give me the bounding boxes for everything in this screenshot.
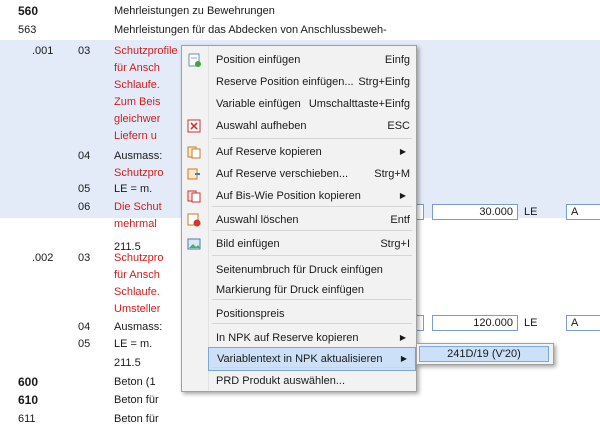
subposition-number: 05 xyxy=(78,338,91,350)
menu-item-position-einfügen[interactable]: Position einfügen Einfg xyxy=(188,49,414,71)
group-number: 611 xyxy=(18,413,36,425)
menu-separator xyxy=(212,138,412,139)
list-row[interactable]: 611 Beton für xyxy=(0,409,600,429)
menu-item-shortcut: Umschalttaste+Einfg xyxy=(308,98,410,110)
list-row[interactable]: 610 Beton für xyxy=(0,390,600,410)
menu-item-shortcut: Strg+I xyxy=(380,238,410,250)
submenu-arrow-icon: ▶ xyxy=(399,147,406,156)
row-text: Beton für xyxy=(114,413,159,425)
menu-item-label: Auswahl löschen xyxy=(216,214,299,226)
unit-label-1: LE xyxy=(524,206,538,218)
menu-item-shortcut: Einfg xyxy=(384,54,410,66)
menu-item-label: Auf Bis-Wie Position kopieren xyxy=(216,190,361,202)
menu-item-bild-einfügen[interactable]: Bild einfügen Strg+I xyxy=(187,233,414,255)
copy-position-icon xyxy=(187,189,201,203)
menu-item-shortcut: Entf xyxy=(390,214,410,226)
menu-item-label: Auf Reserve kopieren xyxy=(216,146,322,158)
menu-item-reserve-position-einfügen[interactable]: Reserve Position einfügen... Strg+Einfg xyxy=(208,71,414,93)
submenu-arrow-icon: ▶ xyxy=(399,191,406,200)
menu-item-label: Bild einfügen xyxy=(216,238,280,250)
menu-separator xyxy=(212,230,412,231)
menu-item-auswahl-löschen[interactable]: Auswahl löschen Entf xyxy=(187,209,414,231)
submenu-item-npk-version[interactable]: 241D/19 (V'20) xyxy=(419,346,549,362)
list-row[interactable]: 560 Mehrleistungen zu Bewehrungen xyxy=(0,1,600,21)
menu-separator xyxy=(212,299,412,300)
menu-item-label: Reserve Position einfügen... xyxy=(216,76,354,88)
menu-item-auf-reserve-verschieben[interactable]: Auf Reserve verschieben... Strg+M xyxy=(187,163,414,185)
group-number: 600 xyxy=(18,375,39,389)
menu-item-label: Markierung für Druck einfügen xyxy=(216,284,364,296)
code-field-1[interactable]: A xyxy=(566,204,600,220)
group-number: 560 xyxy=(18,4,39,18)
row-text: Beton für xyxy=(114,394,159,406)
menu-item-auf-reserve-kopieren[interactable]: Auf Reserve kopieren ▶ xyxy=(187,141,414,163)
code-field-2[interactable]: A xyxy=(566,315,600,331)
menu-item-label: Seitenumbruch für Druck einfügen xyxy=(216,264,383,276)
cancel-icon xyxy=(187,119,201,133)
list-row[interactable]: 563 Mehrleistungen für das Abdecken von A… xyxy=(0,20,600,40)
menu-item-prd-produkt-auswählen[interactable]: PRD Produkt auswählen... xyxy=(208,370,414,392)
menu-item-markierung-für-druck-einfügen[interactable]: Markierung für Druck einfügen xyxy=(208,279,414,301)
row-text: LE = m. xyxy=(114,183,153,195)
delete-icon xyxy=(187,213,201,227)
menu-item-label: Auswahl aufheben xyxy=(216,120,307,132)
quantity-field-2[interactable]: 120.000 xyxy=(432,315,518,331)
menu-item-shortcut: Strg+M xyxy=(374,168,410,180)
menu-item-seitenumbruch-für-druck-einfügen[interactable]: Seitenumbruch für Druck einfügen xyxy=(208,259,414,281)
menu-separator xyxy=(212,323,412,324)
menu-item-label: Positionspreis xyxy=(216,308,285,320)
menu-item-positionspreis[interactable]: Positionspreis xyxy=(208,303,414,325)
npk-version-submenu: 241D/19 (V'20) xyxy=(416,343,554,365)
menu-item-label: Auf Reserve verschieben... xyxy=(216,168,349,180)
row-text: LE = m. xyxy=(114,338,153,350)
row-text: 211.5 xyxy=(114,357,141,369)
menu-item-auswahl-aufheben[interactable]: Auswahl aufheben ESC xyxy=(187,115,414,137)
quantity-field-1[interactable]: 30.000 xyxy=(432,204,518,220)
menu-item-in-npk-auf-reserve-kopieren[interactable]: In NPK auf Reserve kopieren ▶ xyxy=(208,327,414,349)
move-reserve-icon xyxy=(187,167,201,181)
menu-item-label: In NPK auf Reserve kopieren xyxy=(216,332,359,344)
menu-item-label: Variable einfügen xyxy=(216,98,301,110)
row-text: Mehrleistungen zu Bewehrungen xyxy=(114,5,275,17)
menu-item-label: PRD Produkt auswählen... xyxy=(216,375,346,387)
copy-reserve-icon xyxy=(187,145,201,159)
group-number: 610 xyxy=(18,393,39,407)
insert-position-icon xyxy=(187,53,201,67)
row-text: mehrmal xyxy=(114,218,157,230)
menu-item-shortcut: Strg+Einfg xyxy=(358,76,410,88)
image-icon xyxy=(187,237,201,251)
menu-separator xyxy=(212,206,412,207)
menu-separator xyxy=(212,367,412,368)
menu-item-auf-bis-wie-position-kopieren[interactable]: Auf Bis-Wie Position kopieren ▶ xyxy=(187,185,414,207)
unit-label-2: LE xyxy=(524,317,538,329)
row-text: Beton (1 xyxy=(114,376,156,388)
menu-separator xyxy=(212,255,412,256)
menu-item-variable-einfügen[interactable]: Variable einfügen Umschalttaste+Einfg xyxy=(208,93,414,115)
row-text: Umsteller xyxy=(114,303,161,315)
row-text: Liefern u xyxy=(114,130,157,142)
subposition-number: 05 xyxy=(78,183,91,195)
context-menu: Position einfügen Einfg Reserve Position e… xyxy=(181,45,417,392)
menu-item-shortcut: ESC xyxy=(387,120,410,132)
menu-item-label: Position einfügen xyxy=(216,54,301,66)
submenu-arrow-icon: ▶ xyxy=(399,333,406,342)
row-text: Mehrleistungen für das Abdecken von Ansc… xyxy=(114,24,387,36)
group-number: 563 xyxy=(18,24,37,36)
